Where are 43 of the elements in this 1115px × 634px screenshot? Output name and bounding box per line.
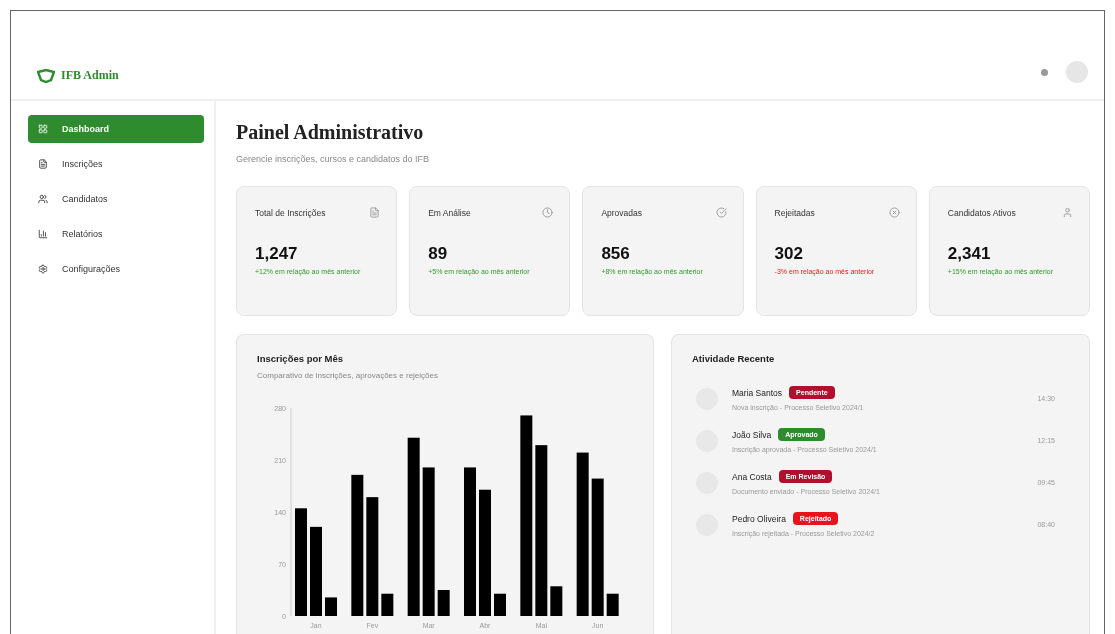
sidebar-item[interactable]: Relatórios xyxy=(28,220,204,248)
panel-subtitle: Comparativo de inscrições, aprovações e rejeições xyxy=(257,371,439,380)
sidebar-item[interactable]: Candidatos xyxy=(28,185,204,213)
sidebar-item[interactable]: Inscrições xyxy=(28,150,204,178)
document-icon xyxy=(369,207,381,218)
user-icon xyxy=(1062,207,1073,218)
chart-bar xyxy=(550,586,563,616)
users-icon xyxy=(38,194,48,204)
stat-label: Total de Inscrições xyxy=(255,207,326,218)
person-name: Ana Costa xyxy=(732,471,772,482)
stat-value: 2,341 xyxy=(947,244,992,264)
sidebar-item[interactable]: Dashboard xyxy=(28,115,204,143)
panel-title: Inscrições por Mês xyxy=(257,353,345,364)
sidebar-item[interactable]: Configurações xyxy=(28,255,204,283)
stat-label: Em Análise xyxy=(428,207,471,218)
page-subtitle: Gerencie inscrições, cursos e candidatos do IFB xyxy=(236,154,431,164)
grid-icon xyxy=(38,124,48,134)
settings-icon xyxy=(38,264,48,274)
stat-label: Candidatos Ativos xyxy=(947,207,1016,218)
chart-bar xyxy=(606,593,619,616)
stat-value: 1,247 xyxy=(255,244,299,264)
check-circle-icon xyxy=(715,207,727,218)
stat-value: 302 xyxy=(774,244,804,264)
person-name: João Silva xyxy=(732,429,772,440)
person-name: Pedro Oliveira xyxy=(732,513,786,524)
brand-name: IFB Admin xyxy=(61,68,119,83)
stat-value: 89 xyxy=(428,244,449,264)
stat-label: Rejeitadas xyxy=(774,207,815,218)
x-circle-icon xyxy=(888,207,900,218)
panel-title: Atividade Recente xyxy=(692,353,776,364)
chart-bar xyxy=(437,590,450,616)
person-name: Maria Santos xyxy=(732,387,783,398)
clock-icon xyxy=(542,207,554,218)
stat-value: 856 xyxy=(601,244,631,264)
notification-icon[interactable] xyxy=(1041,68,1048,76)
stat-label: Aprovadas xyxy=(601,207,643,218)
chart-bar xyxy=(381,593,394,616)
chart-bar xyxy=(325,597,337,616)
logo-icon xyxy=(37,68,55,83)
document-icon xyxy=(38,159,48,169)
bar-chart-icon xyxy=(38,229,48,239)
page-title: Painel Administrativo xyxy=(236,121,425,144)
chart-bar xyxy=(494,593,506,616)
